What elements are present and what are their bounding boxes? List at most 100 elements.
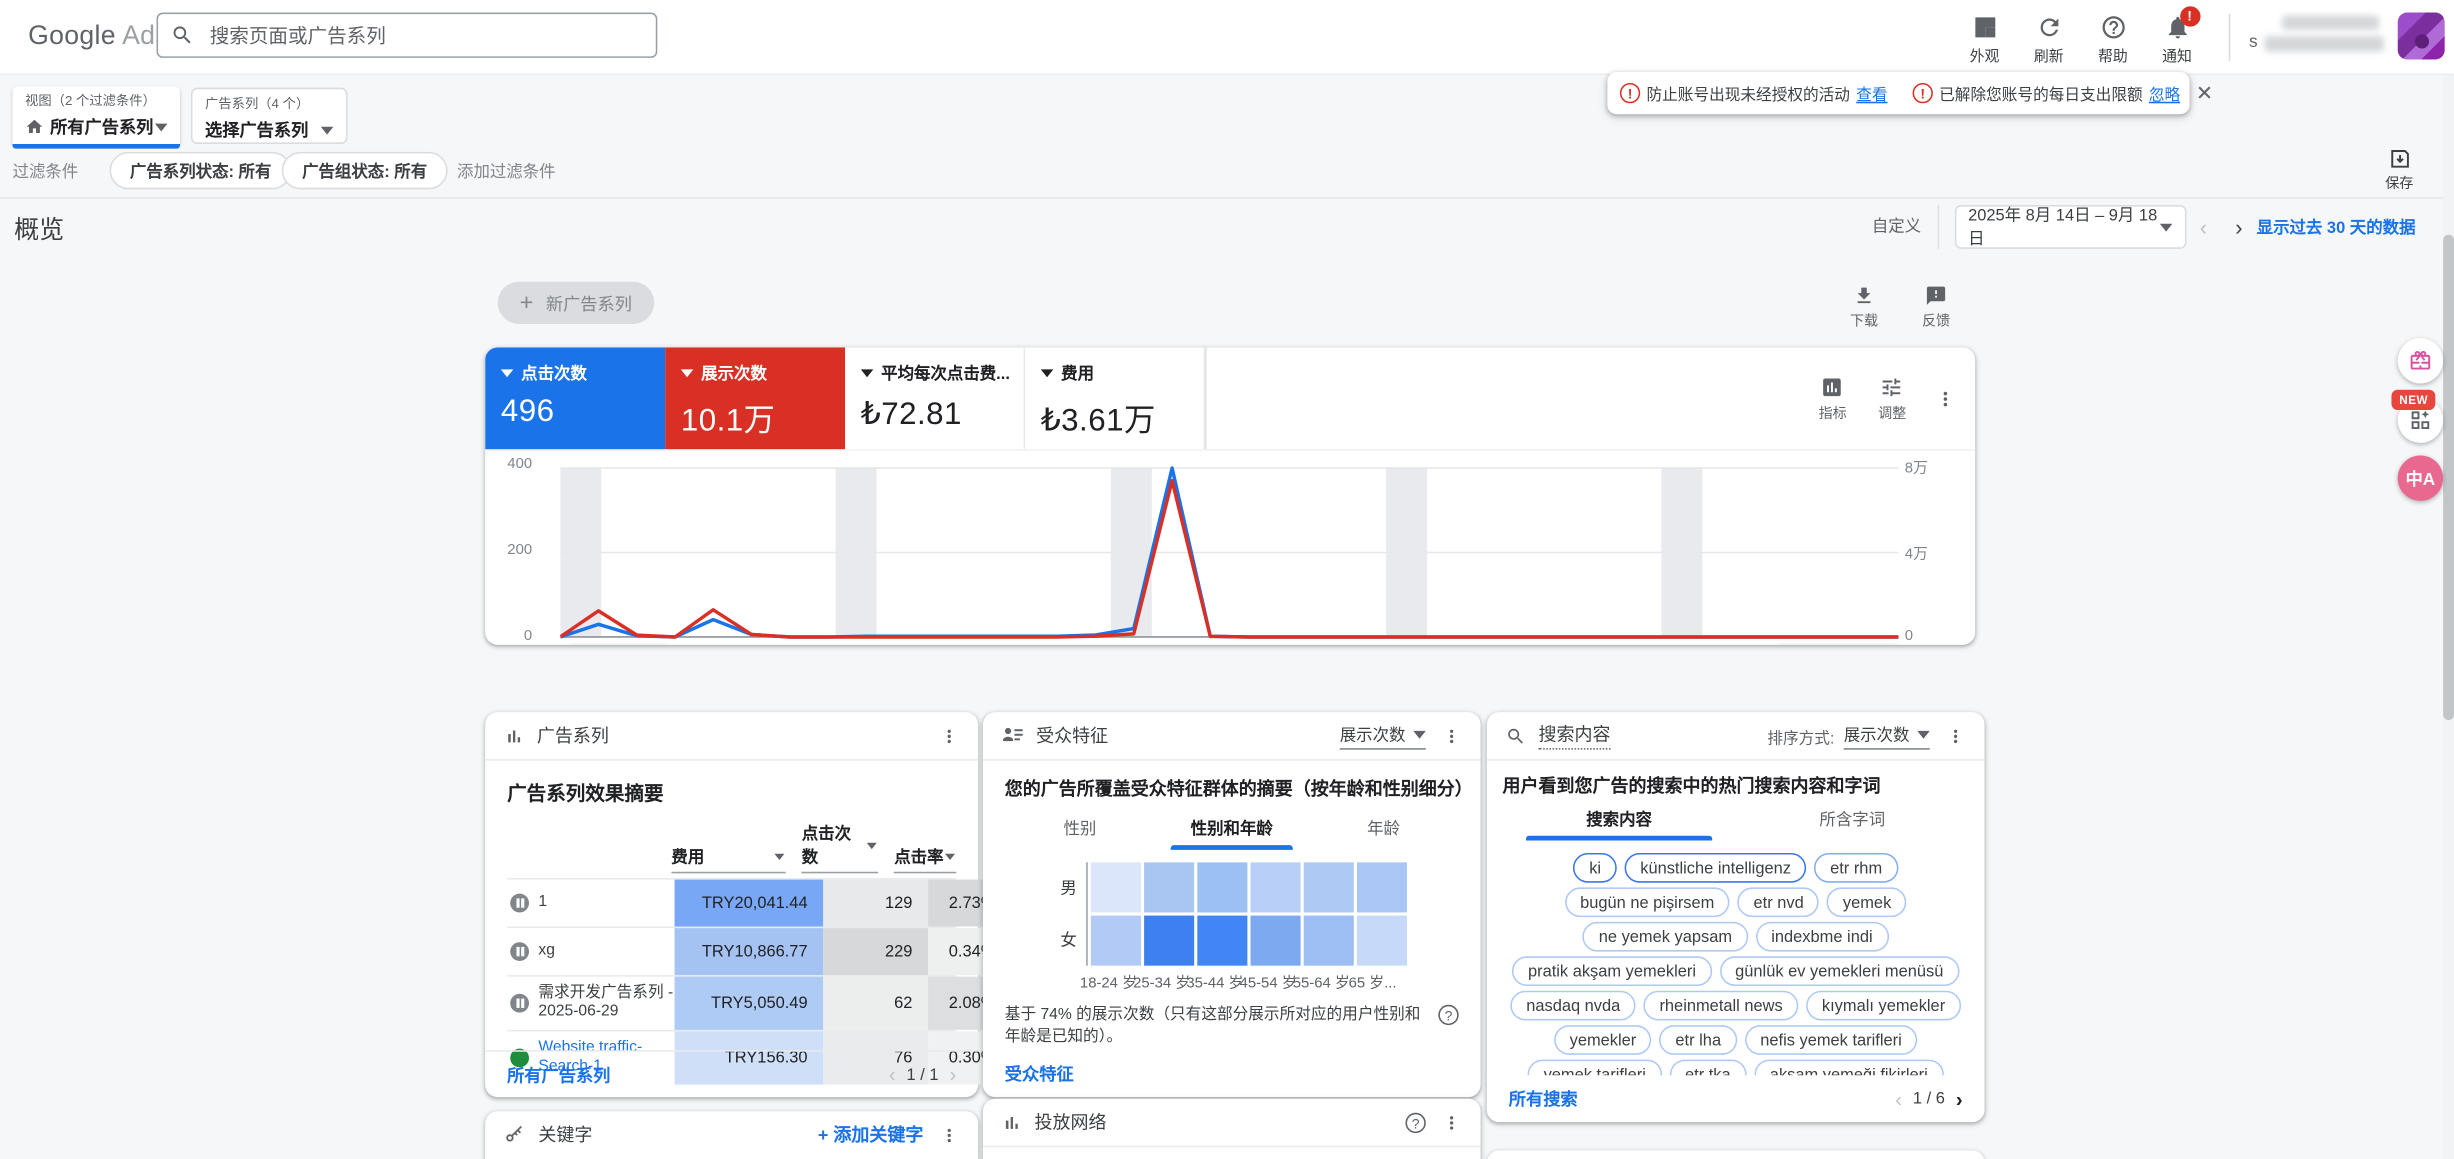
page-prev-icon[interactable]: ‹	[1895, 1087, 1902, 1110]
alert-ignore-link[interactable]: 忽略	[2149, 81, 2180, 105]
page-next-icon[interactable]: ›	[949, 1063, 956, 1086]
more-options-icon[interactable]	[939, 1125, 959, 1145]
feedback-button[interactable]: 反馈	[1922, 285, 1950, 330]
heatmap-cell-女-5[interactable]	[1356, 915, 1408, 966]
campaign-row[interactable]: xg TRY10,866.77 229 0.34%	[507, 926, 1005, 976]
search-term-chip[interactable]: indexbme indi	[1755, 921, 1889, 952]
translate-button[interactable]: 中A	[2397, 455, 2444, 501]
help-circle-icon[interactable]: ?	[1405, 1112, 1426, 1133]
heatmap-cell-男-2[interactable]	[1197, 862, 1248, 913]
search-term-chip[interactable]: etr rhm	[1814, 852, 1898, 883]
tab-gender[interactable]: 性别	[1005, 817, 1155, 850]
help-button[interactable]: 帮助	[2082, 14, 2145, 66]
appearance-button[interactable]: 外观	[1953, 14, 2016, 66]
more-options-icon[interactable]	[1441, 1112, 1461, 1132]
search-term-chip[interactable]: etr lha	[1659, 1025, 1737, 1055]
view-selector[interactable]: 视图（2 个过滤条件） 所有广告系列	[12, 86, 180, 149]
tab-contained-words[interactable]: 所含字词	[1736, 808, 1969, 841]
campaign-selector[interactable]: 广告系列（4 个） 选择广告系列	[190, 87, 348, 144]
search-term-chip[interactable]: künstliche intelligenz	[1624, 852, 1807, 883]
card-title: 广告系列	[536, 727, 609, 747]
search-term-chip[interactable]: ki	[1573, 852, 1617, 883]
page-prev-icon[interactable]: ‹	[889, 1063, 896, 1086]
tab-search-terms[interactable]: 搜索内容	[1502, 808, 1735, 841]
download-button[interactable]: 下载	[1850, 285, 1878, 330]
demographics-link[interactable]: 受众特征	[1005, 1061, 1074, 1086]
heatmap-cell-女-3[interactable]	[1250, 915, 1301, 966]
heatmap-cell-女-0[interactable]	[1090, 915, 1141, 966]
search-term-chip[interactable]: nefis yemek tarifleri	[1744, 1025, 1918, 1055]
heatmap-cell-男-5[interactable]	[1356, 862, 1408, 913]
help-circle-icon[interactable]: ?	[1438, 1004, 1459, 1026]
campaign-row[interactable]: 需求开发广告系列 - 2025-06-29 TRY5,050.49 62 2.08%	[507, 975, 1005, 1030]
date-prev-button[interactable]: ‹	[2186, 214, 2221, 239]
search-term-chip[interactable]: pratik akşam yemekleri	[1512, 956, 1712, 987]
tab-age[interactable]: 年龄	[1308, 817, 1458, 850]
top-app-bar: GoogleAds 外观 刷新 帮助 ! 通知	[0, 0, 2454, 76]
metric-selector[interactable]: 展示次数	[1339, 722, 1426, 749]
search-term-chip[interactable]: rheinmetall news	[1643, 990, 1799, 1021]
heatmap-cell-女-4[interactable]	[1303, 915, 1354, 966]
save-button[interactable]: 保存	[2385, 147, 2413, 192]
close-icon[interactable]: ✕	[2196, 81, 2213, 106]
scrollbar-thumb[interactable]	[2443, 234, 2454, 720]
summary-title: 您的广告所覆盖受众特征群体的摘要（按年龄和性别细分）	[1004, 780, 1473, 800]
date-range-bar: 自定义 2025年 8月 14日 – 9月 18日 ‹ › 显示过去 30 天的…	[1872, 205, 2416, 249]
column-header-ctr[interactable]: 点击率	[894, 845, 957, 874]
column-header-clicks[interactable]: 点击次数	[801, 822, 879, 874]
avatar[interactable]	[2397, 12, 2445, 60]
search-term-chip[interactable]: yemek	[1827, 887, 1907, 918]
heatmap-cell-男-1[interactable]	[1144, 862, 1195, 913]
apps-sparkle-icon	[2409, 408, 2432, 431]
heatmap-cell-男-4[interactable]	[1303, 862, 1354, 913]
gender-age-heatmap[interactable]	[1090, 862, 1408, 966]
more-options-icon[interactable]	[1945, 725, 1965, 745]
search-term-chip[interactable]: ne yemek yapsam	[1583, 921, 1748, 952]
date-range-picker[interactable]: 2025年 8月 14日 – 9月 18日	[1954, 205, 2186, 249]
heatmap-cell-女-1[interactable]	[1144, 915, 1195, 966]
heatmap-cell-男-0[interactable]	[1090, 862, 1141, 913]
search-input[interactable]	[206, 22, 644, 48]
heatmap-cell-男-3[interactable]	[1250, 862, 1301, 913]
all-searches-link[interactable]: 所有搜索	[1509, 1086, 1578, 1111]
metric-selector[interactable]: 展示次数	[1843, 722, 1930, 749]
search-term-chip[interactable]: günlük ev yemekleri menüsü	[1719, 956, 1960, 987]
adjust-button[interactable]: 调整	[1878, 375, 1906, 422]
promotions-gift-button[interactable]	[2397, 338, 2444, 384]
all-campaigns-link[interactable]: 所有广告系列	[507, 1062, 610, 1087]
scorecard-3[interactable]: 费用 ₺3.61万	[1025, 347, 1206, 450]
add-filter-button[interactable]: 添加过滤条件	[457, 160, 556, 183]
alert-spend-limit: ! 已解除您账号的每日支出限额 忽略	[1900, 81, 2193, 105]
notifications-button[interactable]: ! 通知	[2146, 6, 2209, 66]
show-last-30-days-link[interactable]: 显示过去 30 天的数据	[2257, 215, 2416, 238]
metrics-button[interactable]: 指标	[1819, 375, 1847, 422]
scorecard-1[interactable]: 展示次数 10.1万	[665, 347, 846, 450]
filter-chip-campaign-status[interactable]: 广告系列状态: 所有	[109, 151, 292, 190]
more-options-icon[interactable]	[939, 725, 959, 745]
new-campaign-button[interactable]: + 新广告系列	[497, 281, 654, 324]
date-next-button[interactable]: ›	[2221, 214, 2256, 239]
performance-line-chart[interactable]	[560, 463, 1899, 641]
cell-cost: TRY10,866.77	[674, 928, 824, 976]
card-title: 搜索内容	[1538, 722, 1611, 750]
search-term-chip[interactable]: bugün ne pişirsem	[1564, 887, 1731, 918]
heatmap-cell-女-2[interactable]	[1197, 915, 1248, 966]
search-term-chip[interactable]: etr nvd	[1737, 887, 1820, 918]
filter-chip-adgroup-status[interactable]: 广告组状态: 所有	[281, 151, 448, 190]
search-term-chip[interactable]: nasdaq nvda	[1510, 990, 1636, 1021]
alert-view-link[interactable]: 查看	[1856, 81, 1887, 105]
global-search[interactable]	[156, 12, 658, 58]
page-next-icon[interactable]: ›	[1956, 1087, 1963, 1110]
scorecard-0[interactable]: 点击次数 496	[485, 347, 666, 450]
column-header-cost[interactable]: 费用	[671, 845, 787, 874]
search-term-chip[interactable]: kıymalı yemekler	[1806, 990, 1961, 1021]
scorecard-2[interactable]: 平均每次点击费... ₺72.81	[845, 347, 1026, 450]
more-options-icon[interactable]	[1934, 387, 1956, 409]
tab-gender-and-age[interactable]: 性别和年龄	[1155, 817, 1308, 850]
extra-card-edge	[1486, 1150, 1985, 1159]
add-keywords-button[interactable]: + 添加关键字	[818, 1122, 924, 1147]
campaign-row[interactable]: 1 TRY20,041.44 129 2.73%	[507, 878, 1005, 927]
search-term-chip[interactable]: yemekler	[1553, 1025, 1652, 1055]
refresh-button[interactable]: 刷新	[2017, 14, 2080, 66]
more-options-icon[interactable]	[1441, 725, 1461, 745]
